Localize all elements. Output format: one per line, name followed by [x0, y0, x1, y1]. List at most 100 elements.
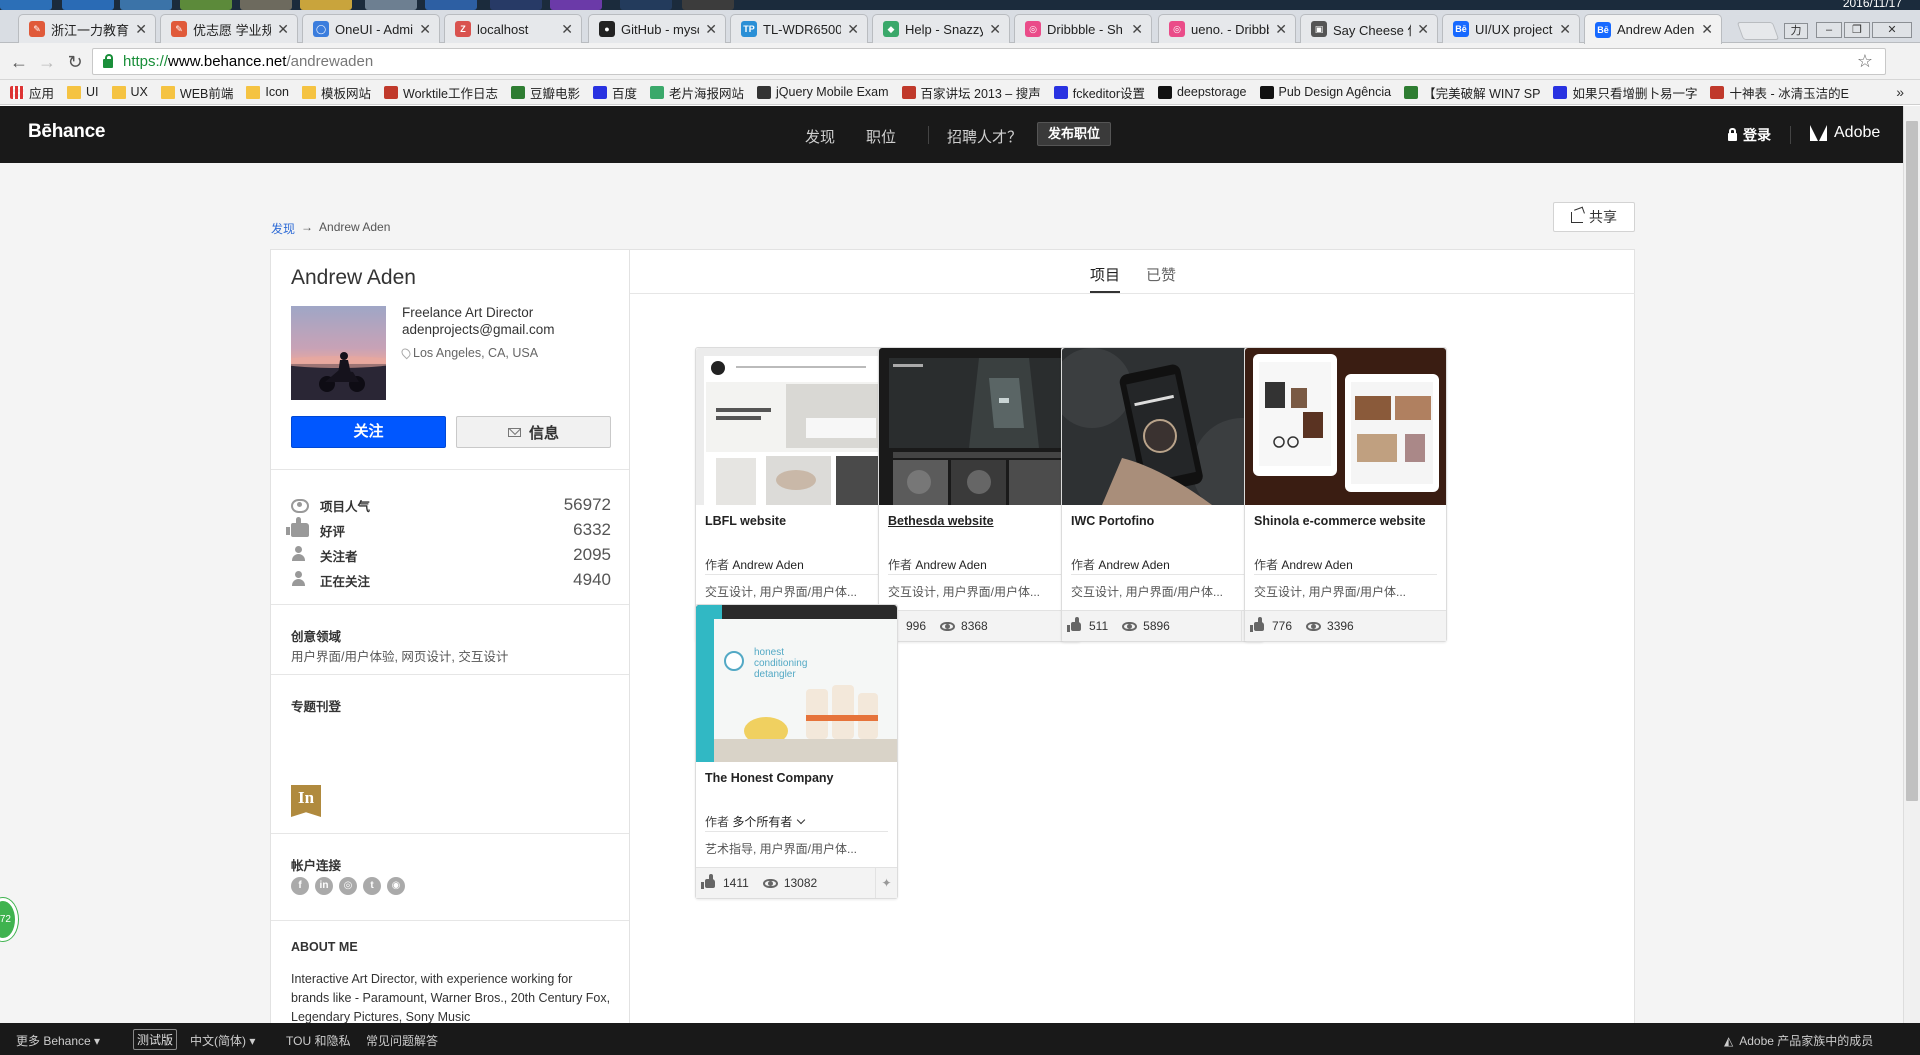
project-card[interactable]: honest conditioning detangler The Honest Co… [695, 604, 898, 899]
login-button[interactable]: 登录 [1728, 125, 1771, 145]
new-tab-button[interactable] [1736, 22, 1780, 40]
profile-location[interactable]: Los Angeles, CA, USA [399, 346, 538, 360]
tab-close-icon[interactable]: ✕ [1417, 21, 1429, 38]
bookmark-star-icon[interactable]: ☆ [1857, 51, 1873, 72]
featured-badge[interactable]: In [291, 785, 321, 817]
project-owner[interactable]: 作者 Andrew Aden [888, 556, 1073, 573]
browser-tab[interactable]: Zlocalhost ✕ [444, 14, 582, 43]
reload-button[interactable]: ↻ [64, 51, 86, 73]
taskbar-ie[interactable] [62, 0, 114, 10]
bookmark-item[interactable]: fckeditor设置 [1053, 83, 1145, 102]
owner-name[interactable]: Andrew Aden [732, 558, 803, 572]
tab-close-icon[interactable]: ✕ [705, 21, 717, 38]
footer-faq-link[interactable]: 常见问题解答 [366, 1032, 438, 1049]
project-cover-image[interactable] [879, 348, 1080, 505]
browser-tab[interactable]: Bē Andrew Aden ✕ [1584, 14, 1722, 44]
adobe-link[interactable]: Adobe [1810, 124, 1880, 142]
project-owner[interactable]: 作者 Andrew Aden [1254, 556, 1439, 573]
bookmark-item[interactable]: 如果只看增删卜易一字 [1553, 83, 1697, 102]
behance-logo[interactable]: Bēhance [28, 121, 105, 143]
project-card[interactable]: IWC Portofino 作者 Andrew Aden 交互设计, 用户界面/用户… [1061, 347, 1264, 642]
tab-close-icon[interactable]: ✕ [1701, 21, 1713, 38]
browser-tab[interactable]: ● GitHub - mysql ✕ [588, 14, 726, 43]
project-card[interactable]: Shinola e-commerce website 作者 Andrew Aden… [1244, 347, 1447, 642]
browser-tab[interactable]: ▣ Say Cheese 作 ✕ [1300, 14, 1438, 43]
profile-button[interactable]: 力 [1784, 23, 1808, 39]
close-window-button[interactable]: ✕ [1872, 22, 1912, 38]
owner-name[interactable]: Andrew Aden [915, 558, 986, 572]
tab-close-icon[interactable]: ✕ [847, 21, 859, 38]
taskbar-vscode[interactable] [425, 0, 477, 10]
taskbar-start[interactable] [0, 0, 52, 10]
project-owner[interactable]: 作者 多个所有者 [705, 813, 890, 830]
footer-more-behance[interactable]: 更多 Behance ▾ [16, 1032, 100, 1049]
nav-jobs[interactable]: 职位 [866, 126, 896, 147]
browser-tab[interactable]: ◆ Help - Snazzy ✕ [872, 14, 1010, 43]
creative-fields-list[interactable]: 用户界面/用户体验, 网页设计, 交互设计 [291, 646, 508, 665]
address-bar[interactable]: https://www.behance.net/andrewaden ☆ [92, 48, 1886, 75]
taskbar-app[interactable] [620, 0, 672, 10]
back-button[interactable]: ← [8, 51, 30, 73]
bookmark-item[interactable]: UI [67, 85, 99, 99]
project-title[interactable]: The Honest Company [705, 771, 890, 785]
project-owner[interactable]: 作者 Andrew Aden [1071, 556, 1256, 573]
tab-close-icon[interactable]: ✕ [561, 21, 573, 38]
owner-name[interactable]: Andrew Aden [1281, 558, 1352, 572]
nav-discover[interactable]: 发现 [805, 126, 835, 147]
taskbar-folder[interactable] [300, 0, 352, 10]
twitter-icon[interactable]: t [363, 877, 381, 895]
browser-tab[interactable]: TP TL-WDR6500 ✕ [730, 14, 868, 43]
project-cover-image[interactable] [1062, 348, 1263, 505]
bookmark-item[interactable]: 模板网站 [302, 83, 371, 102]
breadcrumb-discover[interactable]: 发现 [271, 220, 295, 237]
taskbar-chrome[interactable] [180, 0, 232, 10]
browser-tab[interactable]: ◎ ueno. - Dribbb ✕ [1158, 14, 1296, 43]
dribbble-icon[interactable]: ◉ [387, 877, 405, 895]
restore-button[interactable]: ❐ [1844, 22, 1870, 38]
avatar[interactable] [291, 306, 386, 400]
browser-tab[interactable]: ◎ Dribbble - Sh ✕ [1014, 14, 1152, 43]
footer-language-select[interactable]: 中文(简体) ▾ [190, 1032, 255, 1049]
bookmark-item[interactable]: 十神表 - 冰清玉洁的E [1710, 83, 1849, 102]
post-job-button[interactable]: 发布职位 [1037, 122, 1112, 146]
facebook-icon[interactable]: f [291, 877, 309, 895]
tab-close-icon[interactable]: ✕ [419, 21, 431, 38]
taskbar-app[interactable] [682, 0, 734, 10]
project-title[interactable]: Shinola e-commerce website [1254, 514, 1439, 528]
chevron-down-icon[interactable] [797, 815, 806, 825]
tab-close-icon[interactable]: ✕ [1275, 21, 1287, 38]
tab-close-icon[interactable]: ✕ [989, 21, 1001, 38]
browser-tab[interactable]: ✎ 浙江一力教育- ✕ [18, 14, 156, 43]
project-cover-image[interactable]: honest conditioning detangler [696, 605, 897, 762]
bookmark-item[interactable]: Icon [246, 85, 289, 99]
bookmark-item[interactable]: 百家讲坛 2013 – 搜声 [901, 83, 1041, 102]
footer-tou-link[interactable]: TOU 和隐私 [286, 1032, 350, 1049]
tab-appreciated[interactable]: 已赞 [1146, 264, 1176, 285]
profile-email[interactable]: adenprojects@gmail.com [402, 321, 555, 338]
project-card[interactable]: Bethesda website 作者 Andrew Aden 交互设计, 用户界面… [878, 347, 1081, 642]
bookmarks-overflow-icon[interactable]: » [1896, 84, 1904, 100]
bookmark-item[interactable]: 豆瓣电影 [510, 83, 580, 102]
taskbar-app[interactable] [490, 0, 542, 10]
project-card[interactable]: LBFL website 作者 Andrew Aden 交互设计, 用户界面/用户体… [695, 347, 898, 642]
bookmark-item[interactable]: Pub Design Agência [1259, 85, 1391, 99]
project-cover-image[interactable] [1245, 348, 1446, 505]
footer-adobe-family[interactable]: ◭ Adobe 产品家族中的成员 [1724, 1032, 1873, 1049]
bookmark-item[interactable]: 【完美破解 WIN7 SP [1404, 83, 1540, 102]
taskbar-app[interactable] [240, 0, 292, 10]
bookmark-item[interactable]: deepstorage [1157, 85, 1247, 99]
taskbar-explorer[interactable] [120, 0, 172, 10]
owner-name[interactable]: Andrew Aden [1098, 558, 1169, 572]
bookmark-item[interactable]: UX [111, 85, 148, 99]
project-title[interactable]: IWC Portofino [1071, 514, 1256, 528]
project-owner[interactable]: 作者 Andrew Aden [705, 556, 890, 573]
tab-projects[interactable]: 项目 [1090, 264, 1121, 293]
tab-close-icon[interactable]: ✕ [277, 21, 289, 38]
project-cover-image[interactable] [696, 348, 897, 505]
bookmark-item[interactable]: 老片海报网站 [649, 83, 744, 102]
minimize-button[interactable]: – [1816, 22, 1842, 38]
tab-close-icon[interactable]: ✕ [1131, 21, 1143, 38]
forward-button[interactable]: → [36, 51, 58, 73]
taskbar-app[interactable] [365, 0, 417, 10]
nav-hire[interactable]: 招聘人才？ [947, 126, 1022, 147]
